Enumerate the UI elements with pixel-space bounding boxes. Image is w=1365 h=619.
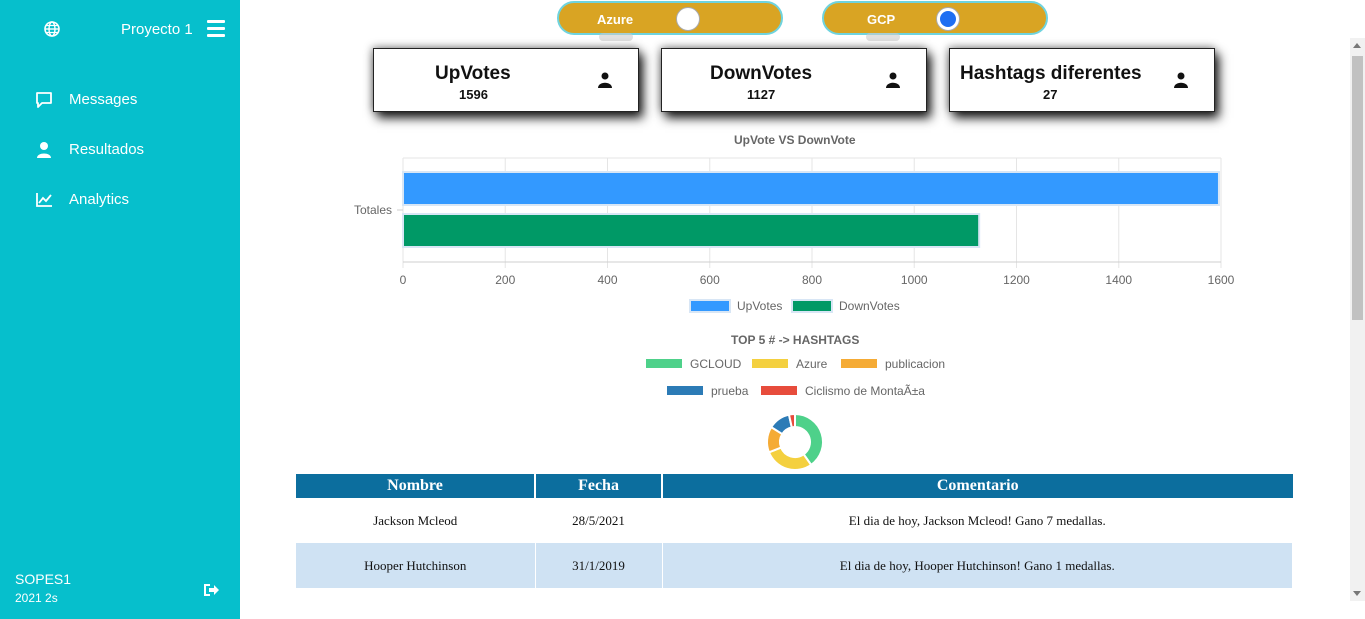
bar-downvotes[interactable] bbox=[402, 213, 981, 248]
legend-swatch[interactable] bbox=[791, 299, 833, 313]
sidebar-item-messages[interactable]: Messages bbox=[0, 85, 240, 115]
user-icon bbox=[1174, 72, 1188, 88]
user-icon bbox=[598, 72, 612, 88]
user-icon bbox=[886, 72, 900, 88]
bar-chart-title: UpVote VS DownVote bbox=[734, 133, 856, 147]
logout-icon[interactable] bbox=[202, 582, 220, 598]
legend-label[interactable]: Azure bbox=[796, 357, 828, 371]
azure-toggle[interactable]: Azure bbox=[557, 1, 783, 41]
x-tick-label: 1400 bbox=[1105, 273, 1132, 287]
legend-label[interactable]: UpVotes bbox=[737, 299, 782, 313]
gcp-toggle[interactable]: GCP bbox=[822, 1, 1048, 41]
legend-label[interactable]: publicacion bbox=[885, 357, 945, 371]
card-title: DownVotes bbox=[710, 63, 813, 84]
legend-label[interactable]: DownVotes bbox=[839, 299, 900, 313]
table-row: Jackson Mcleod 28/5/2021 El dia de hoy, … bbox=[296, 498, 1293, 543]
sidebar-item-label: Messages bbox=[69, 91, 138, 108]
table-header-row: Nombre Fecha Comentario bbox=[296, 474, 1293, 498]
column-header-nombre[interactable]: Nombre bbox=[296, 474, 536, 498]
legend-label[interactable]: GCLOUD bbox=[690, 357, 742, 371]
legend-swatch[interactable] bbox=[646, 359, 682, 368]
cell-nombre: Hooper Hutchinson bbox=[296, 543, 536, 588]
x-tick-label: 1600 bbox=[1208, 273, 1235, 287]
x-tick-label: 600 bbox=[700, 273, 720, 287]
table-row: Hooper Hutchinson 31/1/2019 El dia de ho… bbox=[296, 543, 1293, 588]
footer-title: SOPES1 bbox=[15, 571, 72, 587]
downvotes-card: DownVotes 1127 bbox=[661, 48, 927, 112]
legend-label[interactable]: Ciclismo de MontaÃ±a bbox=[805, 384, 925, 398]
toggle-label: GCP bbox=[867, 12, 896, 27]
sidebar-item-analytics[interactable]: Analytics bbox=[0, 185, 240, 215]
legend-swatch[interactable] bbox=[761, 386, 797, 395]
scrollbar[interactable] bbox=[1350, 38, 1365, 601]
cell-comentario: El dia de hoy, Jackson Mcleod! Gano 7 me… bbox=[662, 498, 1293, 543]
sidebar-item-label: Resultados bbox=[69, 141, 145, 158]
x-tick-label: 200 bbox=[495, 273, 515, 287]
upvotes-card: UpVotes 1596 bbox=[373, 48, 639, 112]
x-tick-label: 1000 bbox=[901, 273, 928, 287]
toggle-shadow bbox=[866, 33, 900, 41]
card-value: 27 bbox=[1043, 87, 1058, 102]
column-header-fecha[interactable]: Fecha bbox=[535, 474, 663, 498]
card-value: 1127 bbox=[747, 87, 776, 102]
toggle-shadow bbox=[599, 33, 633, 41]
y-category-label: Totales bbox=[354, 203, 392, 217]
scrollbar-thumb[interactable] bbox=[1352, 56, 1363, 320]
hashtags-card: Hashtags diferentes 27 bbox=[949, 48, 1215, 112]
toggle-knob bbox=[936, 7, 960, 31]
column-header-comentario[interactable]: Comentario bbox=[662, 474, 1293, 498]
sidebar-item-resultados[interactable]: Resultados bbox=[0, 135, 240, 165]
toggle-knob bbox=[676, 7, 700, 31]
results-table: Nombre Fecha Comentario Jackson Mcleod 2… bbox=[296, 474, 1293, 588]
message-icon bbox=[36, 92, 52, 108]
x-tick-label: 400 bbox=[597, 273, 617, 287]
legend-swatch[interactable] bbox=[752, 359, 788, 368]
doughnut-chart-title: TOP 5 # -> HASHTAGS bbox=[731, 333, 860, 347]
menu-icon[interactable] bbox=[207, 20, 225, 38]
toggle-label: Azure bbox=[597, 12, 634, 27]
sidebar: Proyecto 1 Messages Resultados Analytics… bbox=[0, 0, 240, 619]
card-title: UpVotes bbox=[435, 63, 511, 84]
cell-nombre: Jackson Mcleod bbox=[296, 498, 536, 543]
sidebar-header: Proyecto 1 bbox=[0, 18, 240, 42]
x-tick-label: 1200 bbox=[1003, 273, 1030, 287]
legend-swatch[interactable] bbox=[841, 359, 877, 368]
user-icon bbox=[37, 142, 51, 158]
cell-fecha: 31/1/2019 bbox=[535, 543, 663, 588]
globe-icon bbox=[44, 21, 60, 37]
x-tick-label: 0 bbox=[400, 273, 407, 287]
legend-swatch[interactable] bbox=[689, 299, 731, 313]
legend-label[interactable]: prueba bbox=[711, 384, 749, 398]
doughnut-chart: GCLOUD Azure publicacion prueba Ciclismo de … bbox=[646, 357, 945, 471]
project-title: Proyecto 1 bbox=[121, 21, 193, 38]
sidebar-item-label: Analytics bbox=[69, 191, 130, 208]
scroll-down-icon[interactable] bbox=[1353, 591, 1361, 596]
scroll-up-icon[interactable] bbox=[1353, 43, 1361, 48]
cell-comentario: El dia de hoy, Hooper Hutchinson! Gano 1… bbox=[662, 543, 1293, 588]
legend-swatch[interactable] bbox=[667, 386, 703, 395]
card-value: 1596 bbox=[459, 87, 488, 102]
chart-line-icon bbox=[36, 193, 52, 207]
footer-subtitle: 2021 2s bbox=[15, 591, 58, 605]
bar-chart: 0 200 400 600 800 1000 1200 1400 1600 Totales UpVo… bbox=[354, 157, 1235, 313]
bar-upvotes[interactable] bbox=[402, 171, 1220, 206]
cell-fecha: 28/5/2021 bbox=[535, 498, 663, 543]
x-tick-label: 800 bbox=[802, 273, 822, 287]
